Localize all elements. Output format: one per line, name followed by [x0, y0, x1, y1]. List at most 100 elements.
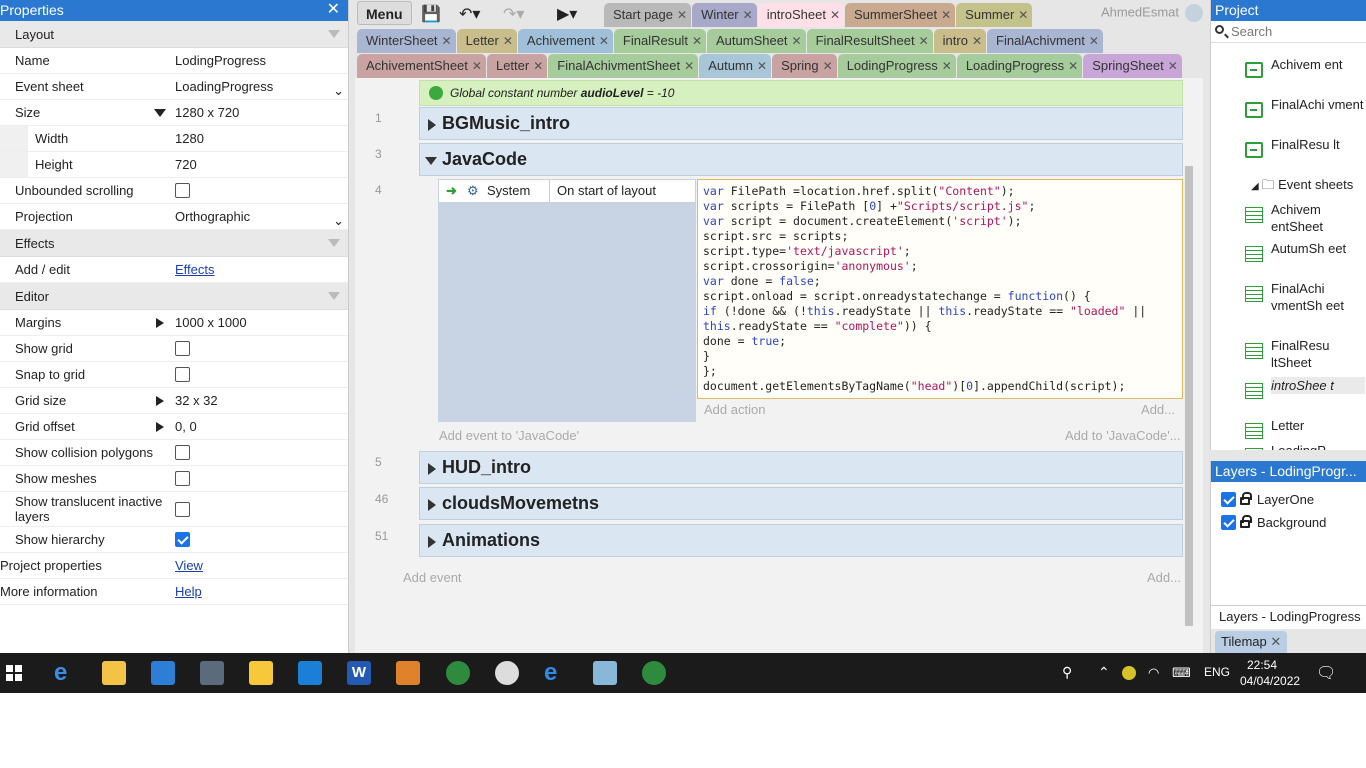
add-to-group[interactable]: Add to 'JavaCode'... — [1065, 428, 1181, 443]
close-tab-icon[interactable]: ✕ — [1018, 8, 1028, 22]
document-tab[interactable]: Letter ✕ — [456, 29, 517, 53]
section-layout[interactable]: Layout — [0, 21, 348, 48]
show-grid-checkbox[interactable] — [175, 341, 190, 357]
close-tab-icon[interactable]: ✕ — [823, 59, 833, 73]
calculator-icon[interactable] — [200, 661, 224, 685]
user-account[interactable]: AhmedEsmat — [1101, 4, 1203, 22]
close-icon[interactable]: ✕ — [327, 0, 340, 20]
document-tab[interactable]: Autumn ✕ — [699, 54, 772, 78]
close-tab-icon[interactable]: ✕ — [942, 59, 952, 73]
document-tab[interactable]: Letter ✕ — [486, 54, 548, 78]
close-tab-icon[interactable]: ✕ — [1168, 59, 1178, 73]
view-link[interactable]: View — [175, 558, 203, 573]
close-tab-icon[interactable]: ✕ — [757, 59, 767, 73]
tray-app-icon[interactable] — [1122, 666, 1136, 680]
layer-visible-checkbox[interactable] — [1221, 515, 1236, 531]
tree-item[interactable]: introShee t — [1245, 377, 1365, 399]
javascript-code-block[interactable]: var FilePath =location.href.split("Conte… — [697, 179, 1183, 399]
menu-button[interactable]: Menu — [357, 1, 412, 25]
help-link[interactable]: Help — [175, 584, 202, 599]
add-action[interactable]: Add action Add... — [697, 400, 1183, 422]
close-tab-icon[interactable]: ✕ — [919, 34, 929, 48]
document-tab[interactable]: Achivement ✕ — [517, 29, 613, 53]
app-icon[interactable] — [593, 661, 617, 685]
clock[interactable]: 22:54 04/04/2022 — [1240, 657, 1300, 689]
close-tab-icon[interactable]: ✕ — [599, 34, 609, 48]
tree-item[interactable]: FinalAchi vmentSh eet — [1245, 280, 1365, 314]
document-tab[interactable]: introSheet ✕ — [757, 3, 845, 27]
expand-icon[interactable] — [156, 396, 164, 406]
search-input[interactable]: Search — [1211, 21, 1366, 43]
media-player-icon[interactable] — [396, 661, 420, 685]
tree-item[interactable]: AutumSh eet — [1245, 240, 1365, 262]
layer-row[interactable]: Background — [1211, 511, 1366, 534]
translucent-layers-checkbox[interactable] — [175, 502, 190, 518]
close-tab-icon[interactable]: ✕ — [503, 34, 513, 48]
tree-item[interactable]: LoadingP — [1245, 442, 1365, 450]
close-tab-icon[interactable]: ✕ — [472, 59, 482, 73]
lock-icon[interactable] — [1240, 514, 1252, 528]
global-variable[interactable]: Global constant number audioLevel = -10 — [419, 80, 1183, 106]
close-tab-icon[interactable]: ✕ — [533, 59, 543, 73]
close-tab-icon[interactable]: ✕ — [442, 34, 452, 48]
projection-select[interactable]: Orthographic ⌄ — [172, 204, 348, 229]
tree-item[interactable]: Letter — [1245, 417, 1365, 439]
condition-area[interactable]: ➜ ⚙ System On start of layout — [438, 179, 696, 422]
unbounded-scrolling-checkbox[interactable] — [175, 183, 190, 199]
mail-icon[interactable] — [298, 661, 322, 685]
expand-icon[interactable] — [428, 463, 436, 475]
close-tab-icon[interactable]: ✕ — [692, 34, 702, 48]
collapse-icon[interactable] — [328, 239, 340, 247]
collapse-icon[interactable] — [328, 292, 340, 300]
photos-icon[interactable] — [151, 661, 175, 685]
close-tab-icon[interactable]: ✕ — [1068, 59, 1078, 73]
snap-to-grid-checkbox[interactable] — [175, 367, 190, 383]
layer-row[interactable]: LayerOne — [1211, 488, 1366, 511]
document-tab[interactable]: SpringSheet ✕ — [1083, 54, 1182, 78]
expand-icon[interactable] — [428, 536, 436, 548]
notification-icon[interactable]: 🗨 — [1316, 663, 1336, 683]
add-event[interactable]: Add event — [403, 570, 462, 585]
size-field[interactable]: 1280 x 720 — [172, 100, 348, 125]
document-tab[interactable]: WinterSheet ✕ — [357, 29, 456, 53]
event-group[interactable]: cloudsMovemetns — [419, 487, 1183, 520]
expand-icon[interactable] — [156, 422, 164, 432]
layer-visible-checkbox[interactable] — [1221, 492, 1236, 508]
condition-row[interactable]: ➜ ⚙ System On start of layout — [438, 179, 696, 203]
tree-folder-event-sheets[interactable]: ◢ 🗀 Event sheets — [1251, 176, 1365, 195]
event-group[interactable]: Animations — [419, 524, 1183, 557]
close-tab-icon[interactable]: ✕ — [743, 8, 753, 22]
close-tab-icon[interactable]: ✕ — [830, 8, 840, 22]
event-sheet-select[interactable]: LoadingProgress ⌄ — [172, 74, 348, 99]
collapse-icon[interactable] — [425, 157, 437, 165]
language-indicator[interactable]: ENG — [1204, 665, 1230, 679]
document-tab[interactable]: FinalAchivment ✕ — [987, 29, 1103, 53]
document-tab[interactable]: Summer ✕ — [956, 3, 1033, 27]
close-tab-icon[interactable]: ✕ — [1089, 34, 1099, 48]
scrollbar-thumb[interactable] — [1185, 166, 1193, 626]
close-tab-icon[interactable]: ✕ — [941, 8, 951, 22]
tree-item[interactable]: FinalResu ltSheet — [1245, 337, 1365, 371]
play-icon[interactable]: ▶▾ — [557, 4, 577, 24]
file-explorer-icon[interactable] — [102, 661, 126, 685]
windows-start-icon[interactable] — [6, 665, 22, 681]
redo-icon[interactable]: ↷▾ — [503, 4, 524, 24]
document-tab[interactable]: LoadingProgress ✕ — [956, 54, 1083, 78]
height-field[interactable]: 720 — [172, 152, 348, 177]
expand-icon[interactable] — [428, 119, 436, 131]
undo-icon[interactable]: ↶▾ — [459, 4, 480, 24]
chrome-icon[interactable] — [446, 661, 470, 685]
section-editor[interactable]: Editor — [0, 283, 348, 310]
document-tab[interactable]: FinalResultSheet ✕ — [806, 29, 933, 53]
grid-offset-field[interactable]: 0, 0 — [172, 414, 348, 439]
save-icon[interactable]: 💾 — [421, 4, 441, 24]
event-group[interactable]: HUD_intro — [419, 451, 1183, 484]
margins-field[interactable]: 1000 x 1000 — [172, 310, 348, 335]
add-more-link[interactable]: Add... — [1141, 400, 1175, 420]
tab-layers[interactable]: Layers - LodingProgress — [1211, 605, 1366, 627]
close-tab-icon[interactable]: ✕ — [972, 34, 982, 48]
keyboard-icon[interactable]: ⌨ — [1172, 665, 1191, 681]
add-event-to-group[interactable]: Add event to 'JavaCode' — [439, 428, 579, 443]
lock-icon[interactable] — [1240, 491, 1252, 505]
width-field[interactable]: 1280 — [172, 126, 348, 151]
